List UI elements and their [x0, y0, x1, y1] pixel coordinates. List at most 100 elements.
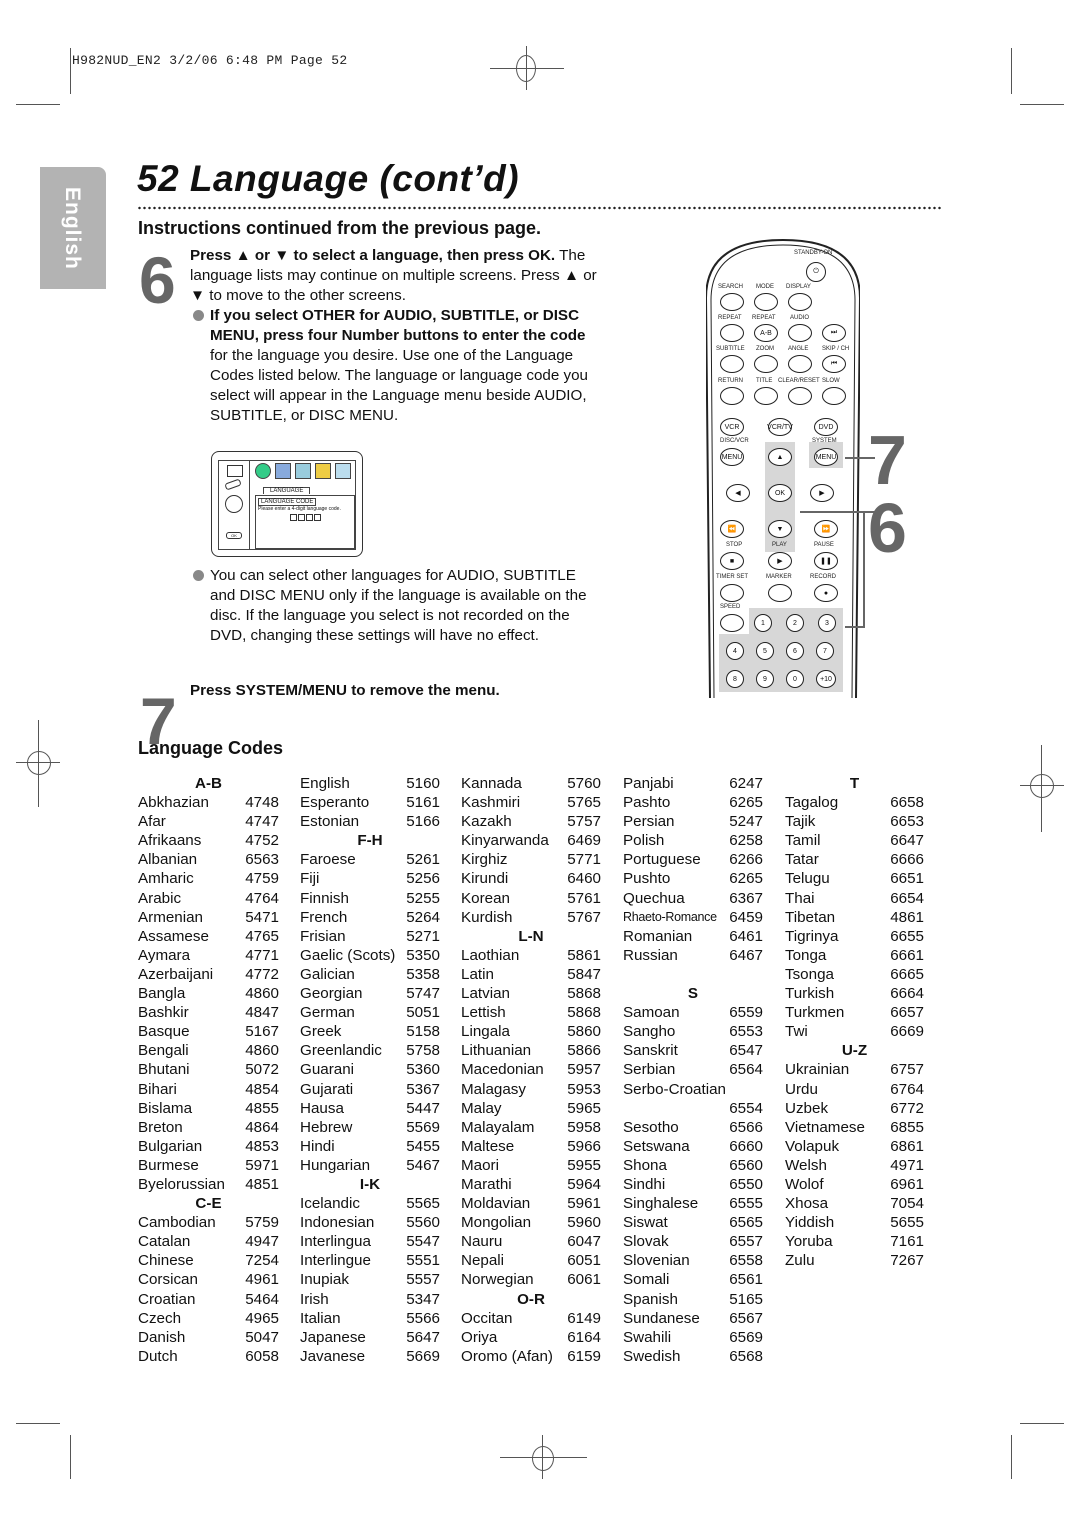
language-code-row: Faroese 5261 [300, 850, 440, 869]
zoom-button[interactable] [754, 355, 778, 373]
language-code: 6651 [890, 870, 924, 888]
slow-button[interactable] [822, 387, 846, 405]
language-name: Catalan [138, 1233, 191, 1251]
language-code: 5971 [245, 1156, 279, 1174]
title-button[interactable] [754, 387, 778, 405]
digit-8-button[interactable]: 8 [726, 670, 744, 688]
language-code: 6554 [729, 1099, 763, 1117]
dvd-button[interactable]: DVD [814, 418, 838, 436]
pause-button[interactable]: ❚❚ [814, 552, 838, 570]
power-button[interactable]: ⏻ [806, 262, 826, 282]
codes-column-3: Kannada 5760 Kashmiri 5765 Kazakh 5757 Kinyarw… [461, 774, 601, 1366]
rewind-button[interactable]: ⏪ [720, 520, 744, 538]
language-code: 6664 [890, 985, 924, 1003]
language-code-row: Tajik 6653 [785, 812, 924, 831]
language-code: 5767 [567, 908, 601, 926]
down-button[interactable]: ▼ [768, 520, 792, 538]
digit-5-button[interactable]: 5 [756, 642, 774, 660]
language-name: Turkmen [785, 1004, 845, 1022]
language-code: 6561 [729, 1271, 763, 1289]
disc-menu-button[interactable]: MENU [720, 448, 744, 466]
language-name: Hungarian [300, 1156, 371, 1174]
language-name: Sangho [623, 1023, 676, 1041]
left-button[interactable]: ◀ [726, 484, 750, 502]
language-code: 6563 [245, 851, 279, 869]
language-code-row: Moldavian 5961 [461, 1194, 601, 1213]
subheading: Instructions continued from the previous… [138, 218, 542, 238]
language-code: 4759 [245, 870, 279, 888]
language-name: Persian [623, 813, 675, 831]
language-code: 6459 [729, 908, 763, 926]
subtitle-button[interactable] [720, 355, 744, 373]
digit-2-button[interactable]: 2 [786, 614, 804, 632]
up-button[interactable]: ▲ [768, 448, 792, 466]
language-code-row: Guarani 5360 [300, 1060, 440, 1079]
digit-3-button[interactable]: 3 [818, 614, 836, 632]
play-button[interactable]: ▶ [768, 552, 792, 570]
vcr-button[interactable]: VCR [720, 418, 744, 436]
angle-button[interactable] [788, 355, 812, 373]
digit-9-button[interactable]: 9 [756, 670, 774, 688]
return-button[interactable] [720, 387, 744, 405]
language-code: 5866 [567, 1042, 601, 1060]
speaker-icon [295, 463, 311, 479]
right-button[interactable]: ▶ [810, 484, 834, 502]
system-menu-button[interactable]: MENU [814, 448, 838, 466]
digit-0-button[interactable]: 0 [786, 670, 804, 688]
language-code: 5868 [567, 985, 601, 1003]
callout-7-leader [845, 457, 875, 459]
language-code: 6550 [729, 1175, 763, 1193]
print-slug: H982NUD_EN2 3/2/06 6:48 PM Page 52 [72, 53, 348, 68]
clear-reset-button[interactable] [788, 387, 812, 405]
language-code-row: Polish 6258 [623, 831, 763, 850]
label-zoom: ZOOM [756, 346, 774, 352]
language-side-tab: English [40, 167, 106, 289]
dotted-divider [137, 206, 943, 210]
audio-button[interactable] [788, 324, 812, 342]
language-name: Gaelic (Scots) [300, 946, 396, 964]
language-name: Estonian [300, 813, 360, 831]
record-button[interactable]: ● [814, 584, 838, 602]
language-name: Portuguese [623, 851, 701, 869]
search-button[interactable] [720, 293, 744, 311]
repeat-ab-button[interactable]: A-B [754, 324, 778, 342]
timer-set-button[interactable] [720, 584, 744, 602]
language-code-row: Gaelic (Scots) 5350 [300, 946, 440, 965]
language-code-row: Yoruba 7161 [785, 1232, 924, 1251]
repeat-button[interactable] [720, 324, 744, 342]
language-name: Frisian [300, 927, 346, 945]
language-code-row: Tamil 6647 [785, 831, 924, 850]
skip-prev-button[interactable]: ⏮ [822, 355, 846, 373]
language-name: Aymara [138, 946, 191, 964]
fast-forward-button[interactable]: ⏩ [814, 520, 838, 538]
digit-6-button[interactable]: 6 [786, 642, 804, 660]
language-code: 5547 [406, 1233, 440, 1251]
language-code: 6961 [890, 1175, 924, 1193]
language-code: 4860 [245, 985, 279, 1003]
crop-mark [1011, 48, 1012, 94]
step-6-lead: Press ▲ or ▼ to select a language, then … [190, 246, 600, 306]
registration-mark [516, 55, 536, 82]
language-name: Somali [623, 1271, 670, 1289]
label-system: SYSTEM [812, 438, 837, 444]
plus-10-button[interactable]: +10 [816, 670, 836, 688]
language-code: 6569 [729, 1328, 763, 1346]
digit-7-button[interactable]: 7 [816, 642, 834, 660]
language-name: Moldavian [461, 1195, 531, 1213]
language-code: 5569 [406, 1118, 440, 1136]
mode-button[interactable] [754, 293, 778, 311]
ok-button[interactable]: OK [768, 484, 792, 502]
language-code-row: Vietnamese 6855 [785, 1118, 924, 1137]
section-header: U-Z [841, 1042, 868, 1060]
label-slow: SLOW [822, 378, 840, 384]
marker-button[interactable] [768, 584, 792, 602]
language-name: Basque [138, 1023, 190, 1041]
skip-next-button[interactable]: ⏭ [822, 324, 846, 342]
display-button[interactable] [788, 293, 812, 311]
speed-button[interactable] [720, 614, 744, 632]
stop-button[interactable]: ■ [720, 552, 744, 570]
digit-1-button[interactable]: 1 [754, 614, 772, 632]
language-code: 6657 [890, 1004, 924, 1022]
digit-4-button[interactable]: 4 [726, 642, 744, 660]
vcr-tv-button[interactable]: VCR/TV [767, 418, 793, 436]
